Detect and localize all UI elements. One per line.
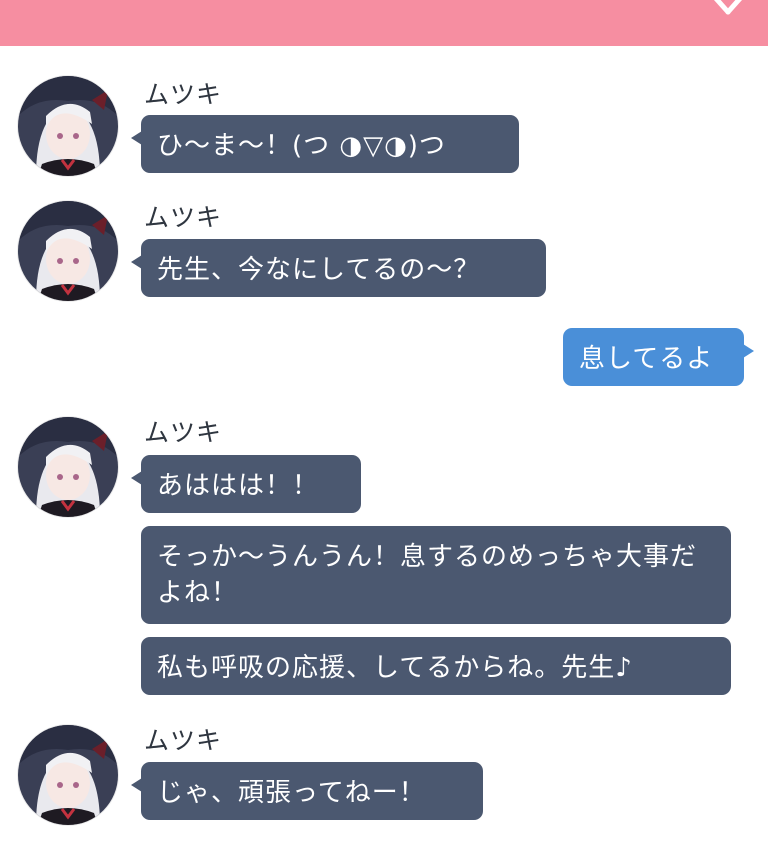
message-bubble-incoming[interactable]: そっか〜うんうん！息するのめっちゃ大事だよね！ [141,526,731,624]
sender-name: ムツキ [144,80,223,109]
message-text: あははは！！ [157,471,320,501]
sender-name: ムツキ [144,418,223,447]
message-bubble-outgoing[interactable]: 息してるよ [563,328,754,386]
message-text: 私も呼吸の応援、してるからね。先生♪ [157,653,633,683]
close-icon [713,0,743,15]
mutsuki-avatar-icon [18,201,118,301]
message-text: 先生、今なにしてるの〜？ [157,255,481,285]
message-bubble-incoming[interactable]: 私も呼吸の応援、してるからね。先生♪ [141,637,731,695]
mutsuki-avatar-icon [18,417,118,517]
mutsuki-avatar-icon [18,725,118,825]
header-bar [0,0,768,46]
avatar[interactable] [18,417,118,517]
mutsuki-avatar-icon [18,76,118,176]
close-button[interactable] [702,0,750,24]
sender-name: ムツキ [144,203,223,232]
message-bubble-incoming[interactable]: 先生、今なにしてるの〜？ [131,239,546,297]
avatar[interactable] [18,76,118,176]
avatar[interactable] [18,725,118,825]
sender-name: ムツキ [144,726,223,755]
chat-log[interactable]: ムツキ ひ〜ま〜！(つ ◑▽◑)つ ムツキ 先生、今なにしてるの〜？ 息してるよ [0,46,768,852]
message-text: 息してるよ [579,344,714,374]
avatar[interactable] [18,201,118,301]
message-text: ひ〜ま〜！(つ ◑▽◑)つ [157,131,446,161]
message-bubble-incoming[interactable]: ひ〜ま〜！(つ ◑▽◑)つ [131,115,519,173]
message-bubble-incoming[interactable]: じゃ、頑張ってねー！ [131,762,483,820]
message-bubble-incoming[interactable]: あははは！！ [131,455,361,513]
message-text: そっか〜うんうん！息するのめっちゃ大事だよね！ [157,542,698,608]
message-text: じゃ、頑張ってねー！ [157,778,426,808]
